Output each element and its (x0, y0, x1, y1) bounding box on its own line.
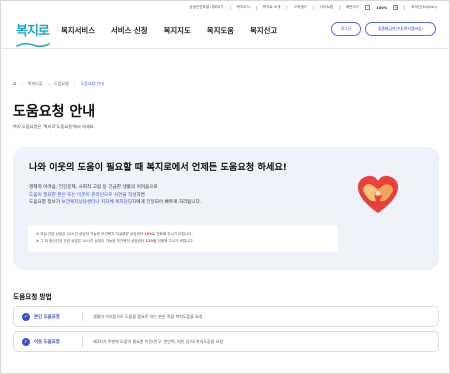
method-section-title: 도움요청 방법 (13, 293, 52, 301)
divider (312, 5, 314, 10)
utility-link-sitemap[interactable]: 사이트맵 (320, 5, 333, 10)
header-divider (2, 48, 448, 49)
breadcrumb-item[interactable]: 복지도움 (28, 81, 43, 87)
method-description: 제3자가 주변에 도움이 필요한 이웃(친구, 친인척, 지인 등)의 복지도움… (93, 338, 224, 344)
check-circle-icon: ✓ (22, 337, 30, 346)
utility-link-about[interactable]: 복지로 소개 (263, 5, 281, 10)
divider (338, 5, 340, 10)
nav-welfare-help[interactable]: 복지도움 (207, 25, 234, 36)
zoom-value: 100% (376, 5, 388, 10)
utility-bar: 공공안전포털 내보내기 복지소식 복지로 소개 고객센터 사이트맵 화면크기 -… (189, 5, 437, 10)
hotline-number[interactable]: 129 (145, 239, 153, 243)
chevron-right-icon: › (21, 81, 23, 87)
notice-text: ※ 자살 관련 상담은 24시간 상담이 가능한 보건복지 자살예방 상담센터 (36, 232, 145, 236)
nav-welfare-services[interactable]: 복지서비스 (61, 25, 95, 36)
nav-welfare-report[interactable]: 복지신고 (250, 25, 277, 36)
divider (82, 337, 83, 347)
page-description: 복지 도움요청은 '복지로'도움요청'에서 하세요. (13, 124, 95, 129)
info-text: 하면 (136, 192, 145, 198)
login-button[interactable]: 로그인 (331, 22, 361, 36)
breadcrumb: ⌂ › 복지도움 › 도움요청 › 도움요청 안내 (13, 81, 104, 87)
notice-text: ※ 그 외 정신건강 관련 상담은 24시간 상담이 가능한 보건복지 상담센터 (36, 239, 146, 243)
home-icon[interactable]: ⌂ (13, 81, 16, 87)
membership-button[interactable]: 맞춤형급여안내(복지멤버십) (365, 22, 436, 36)
divider (255, 5, 257, 10)
divider (82, 312, 83, 322)
logo-text: 복지로 (16, 24, 50, 39)
method-label: 본인 도움요청 (34, 314, 60, 320)
site-logo[interactable]: 복지로 (16, 20, 50, 48)
chevron-right-icon: › (73, 81, 76, 87)
info-highlight: 도움이 필요한 본인 또는 이웃이 온라인으로 사연을 작성 (29, 192, 137, 198)
notice-text: 로 전화해 주시기 바랍니다. (151, 232, 193, 236)
info-body: 경제적 어려움, 건강문제, 사회적 고립 등 긴급한 생활의 어려움으로 도움… (29, 184, 201, 207)
hotline-number[interactable]: 109 (144, 232, 152, 236)
nav-service-apply[interactable]: 서비스 신청 (111, 25, 148, 36)
divider (404, 5, 406, 10)
method-description: 생활의 어려움으로 도움을 필요로 하는 본인 직접 복지도움을 요청 (93, 313, 203, 319)
info-headline: 나와 이웃의 도움이 필요할 때 복지로에서 언제든 도움요청 하세요! (29, 162, 287, 173)
method-row-self[interactable]: ✓ 본인 도움요청 생활의 어려움으로 도움을 필요로 하는 본인 직접 복지도… (13, 306, 439, 327)
divider (229, 5, 231, 10)
heart-hands-icon (358, 176, 398, 213)
utility-link-help[interactable]: 고객센터 (293, 5, 306, 10)
notice-box: ※ 자살 관련 상담은 24시간 상담이 가능한 보건복지 자살예방 상담센터 … (28, 225, 338, 252)
chevron-right-icon: › (47, 81, 50, 87)
breadcrumb-current: 도움요청 안내 (80, 81, 104, 86)
info-text: 도움요청 정보가 (29, 200, 62, 206)
info-text: 에게 (136, 200, 147, 206)
check-circle-icon: ✓ (22, 312, 30, 321)
zoom-label: 화면크기 (345, 5, 360, 9)
breadcrumb-item[interactable]: 도움요청 (54, 81, 69, 87)
notice-line: ※ 자살 관련 상담은 24시간 상담이 가능한 보건복지 자살예방 상담센터 … (36, 231, 330, 238)
nav-welfare-map[interactable]: 복지지도 (164, 25, 191, 36)
page-title: 도움요청 안내 (13, 104, 96, 120)
info-line: 도움이 필요한 본인 또는 이웃이 온라인으로 사연을 작성하면 (29, 192, 201, 200)
page-frame: 공공안전포털 내보내기 복지소식 복지로 소개 고객센터 사이트맵 화면크기 -… (0, 0, 450, 374)
method-row-neighbor[interactable]: ✓ 이웃 도움요청 제3자가 주변에 도움이 필요한 이웃(친구, 친인척, 지… (13, 331, 439, 352)
divider (286, 5, 288, 10)
utility-link-export[interactable]: 공공안전포털 내보내기 (189, 5, 223, 10)
info-highlight: 전달 (146, 200, 155, 206)
method-label: 이웃 도움요청 (34, 339, 60, 345)
notice-text: 를 이용해 주시기 바랍니다. (152, 239, 194, 243)
main-navigation: 복지서비스 서비스 신청 복지지도 복지도움 복지신고 (61, 25, 277, 36)
info-line: 경제적 어려움, 건강문제, 사회적 고립 등 긴급한 생활의 어려움으로 (29, 185, 158, 190)
info-highlight: 보건복지상담센터나 지자체 복지담당자 (61, 200, 137, 206)
zoom-in-button[interactable]: + (393, 5, 399, 10)
utility-link-news[interactable]: 복지소식 (237, 5, 250, 10)
zoom-out-button[interactable]: - (365, 5, 371, 10)
info-line: 도움요청 정보가 보건복지상담센터나 지자체 복지담당자에게 전달되어 빠르게 … (29, 199, 201, 207)
notice-line: ※ 그 외 정신건강 관련 상담은 24시간 상담이 가능한 보건복지 상담센터… (36, 238, 330, 245)
language-link[interactable]: 외국인(English) (411, 5, 437, 10)
info-text: 되어 빠르게 처리됩니다. (154, 200, 202, 206)
